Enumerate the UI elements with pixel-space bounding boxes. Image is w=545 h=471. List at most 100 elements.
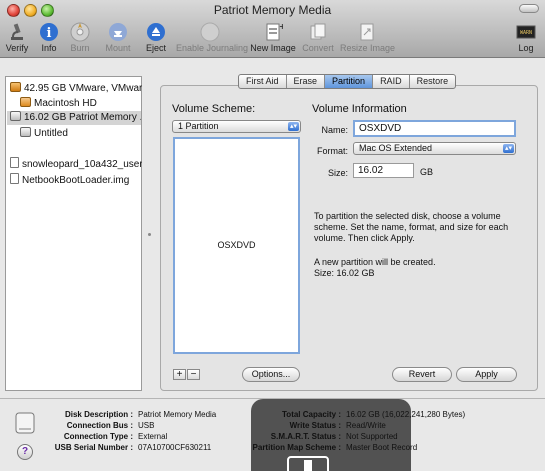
verify-label: Verify: [5, 43, 29, 53]
convert-icon: [310, 23, 326, 40]
info-label: Info: [41, 43, 57, 53]
sidebar-item-label: snowleopard_10a432_user...: [22, 159, 142, 170]
tab-first-aid[interactable]: First Aid: [239, 75, 287, 88]
burn-button[interactable]: Burn: [68, 22, 92, 53]
eject-icon: [147, 23, 165, 41]
usb-drive-icon: [15, 412, 35, 434]
usb-drive-icon: [10, 111, 21, 121]
disk-image-icon: [10, 173, 19, 184]
eject-button[interactable]: Eject: [144, 22, 168, 53]
svg-text:WARN: WARN: [520, 30, 532, 36]
volume-scheme-value: 1 Partition: [178, 121, 219, 131]
detail-key: S.M.A.R.T. Status :: [270, 432, 341, 441]
volume-icon: [20, 97, 31, 107]
volume-scheme-heading: Volume Scheme:: [172, 103, 256, 115]
burn-label: Burn: [70, 43, 90, 53]
size-field[interactable]: 16.02: [353, 163, 414, 178]
detail-key: Disk Description :: [64, 410, 133, 419]
detail-key: Partition Map Scheme :: [252, 443, 341, 452]
sidebar-item-label: NetbookBootLoader.img: [22, 175, 130, 186]
eject-label: Eject: [145, 43, 166, 53]
new-image-label: New Image: [250, 43, 296, 53]
hard-disk-icon: [10, 82, 21, 92]
tab-restore[interactable]: Restore: [410, 75, 456, 88]
detail-value: External: [138, 432, 168, 441]
disk-image-icon: [10, 157, 19, 168]
sidebar-item-label: 42.95 GB VMware, VMware...: [24, 83, 142, 94]
mount-icon: [109, 23, 127, 41]
enable-journaling-label: Enable Journaling: [176, 43, 249, 53]
disk-list-sidebar: 42.95 GB VMware, VMware... Macintosh HD …: [5, 76, 142, 391]
journal-icon: [200, 22, 220, 42]
tab-partition[interactable]: Partition: [325, 75, 374, 88]
sidebar-item-untitled[interactable]: Untitled: [20, 127, 140, 141]
add-partition-button[interactable]: +: [173, 369, 186, 380]
help-button[interactable]: ?: [17, 444, 33, 460]
sidebar-item-vmware-disk[interactable]: 42.95 GB VMware, VMware...: [10, 82, 142, 96]
detail-key: Write Status :: [289, 421, 341, 430]
detail-key: Connection Type :: [63, 432, 133, 441]
mount-label: Mount: [105, 43, 131, 53]
burn-icon: [70, 22, 90, 42]
sidebar-item-label: Untitled: [34, 128, 68, 139]
svg-text:i: i: [47, 26, 52, 41]
detail-value: Master Boot Record: [346, 443, 418, 452]
sidebar-item-netbook-bootloader[interactable]: NetbookBootLoader.img: [10, 173, 142, 187]
sidebar-item-patriot-memory[interactable]: 16.02 GB Patriot Memory ...: [7, 111, 141, 125]
partition-status-size: Size: 16.02 GB: [314, 268, 375, 278]
popup-arrows-icon: ▴▾: [288, 122, 299, 131]
volume-icon: [20, 127, 31, 137]
partition-layout-map[interactable]: OSXDVD: [173, 137, 300, 354]
volume-name-field[interactable]: OSXDVD: [353, 120, 516, 137]
tab-raid[interactable]: RAID: [373, 75, 410, 88]
detail-value: USB: [138, 421, 155, 430]
toolbar-toggle-button[interactable]: [519, 4, 539, 13]
detail-value: Patriot Memory Media: [138, 410, 217, 419]
remove-partition-button[interactable]: −: [187, 369, 200, 380]
partition-block-label: OSXDVD: [217, 240, 256, 250]
sidebar-item-macintosh-hd[interactable]: Macintosh HD: [20, 97, 140, 111]
apply-button[interactable]: Apply: [456, 367, 517, 382]
partition-status-line: A new partition will be created.: [314, 257, 436, 267]
split-view-handle[interactable]: [148, 233, 151, 236]
microscope-icon: [11, 23, 23, 40]
size-label: Size:: [327, 168, 348, 178]
format-label: Format:: [316, 146, 348, 156]
hud-glyph-icon: [287, 456, 329, 471]
detail-key: USB Serial Number :: [54, 443, 133, 452]
window-titlebar: Patriot Memory Media Verify i Info Burn …: [0, 0, 545, 58]
tab-erase[interactable]: Erase: [287, 75, 326, 88]
new-image-button[interactable]: + New Image: [250, 22, 296, 53]
resize-image-button[interactable]: Resize Image: [340, 22, 396, 53]
sidebar-item-snowleopard-image[interactable]: snowleopard_10a432_user...: [10, 157, 142, 171]
size-unit: GB: [420, 167, 434, 177]
enable-journaling-button[interactable]: Enable Journaling: [176, 22, 249, 53]
log-label: Log: [518, 43, 534, 53]
detail-value: 16.02 GB (16,022,241,280 Bytes): [346, 410, 466, 419]
verify-button[interactable]: Verify: [4, 22, 30, 53]
convert-button[interactable]: Convert: [302, 22, 334, 53]
volume-information-heading: Volume Information: [312, 103, 407, 115]
sidebar-item-label: 16.02 GB Patriot Memory ...: [24, 112, 141, 123]
volume-scheme-popup[interactable]: 1 Partition ▴▾: [172, 120, 301, 133]
resize-image-icon: [360, 23, 374, 41]
format-value: Mac OS Extended: [359, 143, 433, 153]
svg-text:+: +: [279, 22, 283, 31]
options-button[interactable]: Options...: [242, 367, 300, 382]
resize-image-label: Resize Image: [340, 43, 396, 53]
log-button[interactable]: WARN Log: [512, 22, 540, 53]
format-popup[interactable]: Mac OS Extended ▴▾: [353, 142, 516, 155]
log-icon: WARN: [516, 25, 536, 39]
partition-instructions: To partition the selected disk, choose a…: [314, 211, 509, 243]
new-image-icon: +: [266, 22, 283, 41]
mount-button[interactable]: Mount: [104, 22, 132, 53]
detail-value: 07A10700CF630211: [138, 443, 212, 452]
window-title: Patriot Memory Media: [213, 3, 332, 17]
popup-arrows-icon: ▴▾: [503, 144, 514, 153]
info-icon: i: [40, 23, 58, 41]
info-button[interactable]: i Info: [38, 22, 60, 53]
detail-key: Connection Bus :: [66, 421, 133, 430]
convert-label: Convert: [302, 43, 334, 53]
tab-bar: First Aid Erase Partition RAID Restore: [238, 74, 457, 89]
revert-button[interactable]: Revert: [392, 367, 452, 382]
